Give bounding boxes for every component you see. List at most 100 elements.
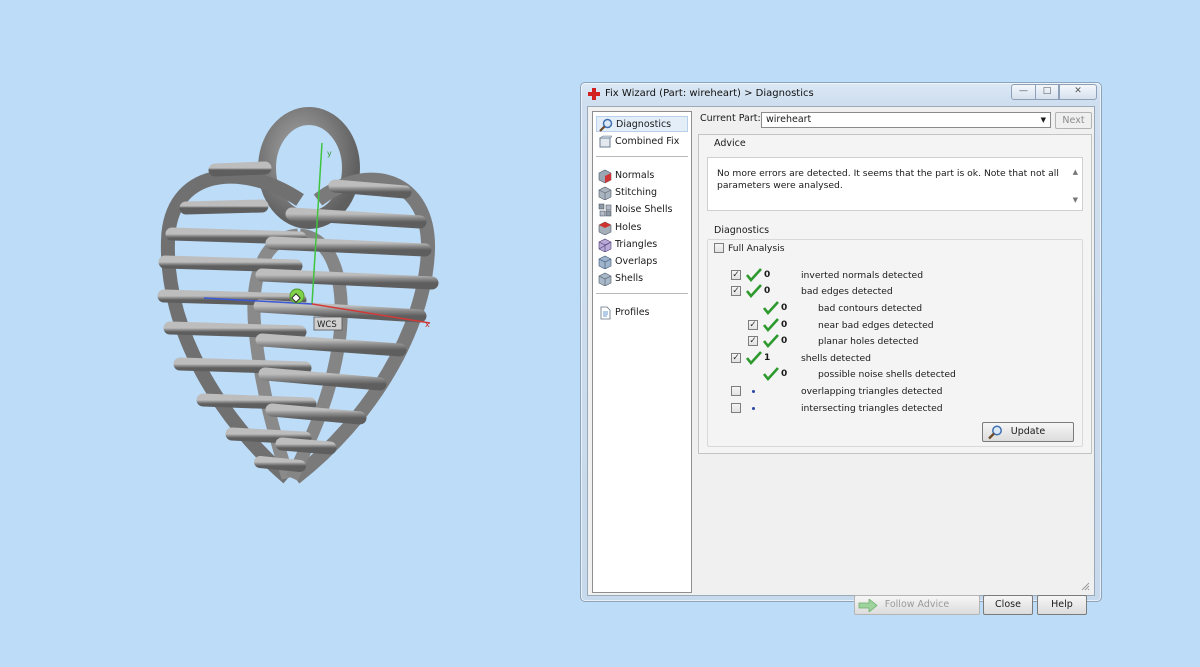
nav-item-label: Combined Fix xyxy=(615,136,680,147)
nav-separator xyxy=(596,156,688,157)
normals-cube-icon xyxy=(598,169,612,183)
help-button[interactable]: Help xyxy=(1037,595,1087,615)
dialog-client-area: Diagnostics Combined Fix Normals Stitchi… xyxy=(587,106,1095,615)
nav-item-label: Holes xyxy=(615,222,642,233)
inverted-normals-checkbox[interactable]: ✓ xyxy=(731,270,741,280)
resize-grip-icon[interactable] xyxy=(1081,582,1090,591)
scroll-up-icon[interactable]: ▲ xyxy=(1073,168,1078,176)
nav-item-combined-fix[interactable]: Combined Fix xyxy=(596,134,688,150)
follow-advice-label: Follow Advice xyxy=(884,599,950,610)
close-button[interactable]: Close xyxy=(983,595,1033,615)
wireheart-model[interactable]: y x WCS xyxy=(0,0,560,667)
nav-item-normals[interactable]: Normals xyxy=(596,168,688,184)
green-check-icon xyxy=(763,367,779,381)
current-part-value: wireheart xyxy=(766,114,812,125)
update-button[interactable]: Update xyxy=(982,422,1074,442)
wizard-nav: Diagnostics Combined Fix Normals Stitchi… xyxy=(592,111,692,593)
maximize-button[interactable]: □ xyxy=(1035,84,1059,100)
nav-item-label: Stitching xyxy=(615,187,658,198)
overlapping-triangles-checkbox[interactable] xyxy=(731,386,741,396)
green-check-icon xyxy=(746,351,762,365)
near-bad-edges-count: 0 xyxy=(781,320,788,330)
noise-shells-label: possible noise shells detected xyxy=(818,369,956,380)
near-bad-edges-checkbox[interactable]: ✓ xyxy=(748,320,758,330)
shells-cube-icon xyxy=(598,272,612,286)
nav-item-shells[interactable]: Shells xyxy=(596,271,688,287)
y-axis-label: y xyxy=(327,149,332,158)
fix-wizard-window: Fix Wizard (Part: wireheart) > Diagnosti… xyxy=(580,82,1102,615)
arrow-right-icon xyxy=(858,599,878,612)
noise-shells-count: 0 xyxy=(781,369,788,379)
nav-item-triangles[interactable]: Triangles xyxy=(596,237,688,253)
noise-shells-icon xyxy=(598,203,612,217)
close-window-button[interactable]: ✕ xyxy=(1059,84,1097,100)
green-check-icon xyxy=(746,268,762,282)
bad-contours-label: bad contours detected xyxy=(818,303,923,314)
intersecting-triangles-label: intersecting triangles detected xyxy=(801,403,943,414)
green-check-icon xyxy=(763,301,779,315)
holes-cube-icon xyxy=(598,221,612,235)
current-part-label: Current Part: xyxy=(700,113,761,124)
diagnostics-title: Diagnostics xyxy=(714,225,770,236)
inverted-normals-count: 0 xyxy=(764,270,771,280)
overlaps-cube-icon xyxy=(598,255,612,269)
nav-item-overlaps[interactable]: Overlaps xyxy=(596,254,688,270)
nav-item-diagnostics[interactable]: Diagnostics xyxy=(596,116,688,132)
planar-holes-label: planar holes detected xyxy=(818,336,919,347)
advice-title: Advice xyxy=(714,138,746,149)
green-check-icon xyxy=(746,284,762,298)
advice-text: No more errors are detected. It seems th… xyxy=(717,168,1059,191)
next-button[interactable]: Next xyxy=(1055,112,1092,129)
bad-contours-count: 0 xyxy=(781,303,788,313)
nav-item-noise-shells[interactable]: Noise Shells xyxy=(596,202,688,218)
full-analysis-checkbox[interactable] xyxy=(714,243,724,253)
green-check-icon xyxy=(763,318,779,332)
green-check-icon xyxy=(763,334,779,348)
triangles-cube-icon xyxy=(598,238,612,252)
nav-separator xyxy=(596,293,688,294)
x-axis-label: x xyxy=(425,320,430,329)
nav-item-stitching[interactable]: Stitching xyxy=(596,185,688,201)
planar-holes-count: 0 xyxy=(781,336,788,346)
nav-item-label: Normals xyxy=(615,170,655,181)
pending-dot-icon xyxy=(752,390,755,393)
bad-edges-checkbox[interactable]: ✓ xyxy=(731,286,741,296)
advice-textbox[interactable]: No more errors are detected. It seems th… xyxy=(707,157,1083,211)
follow-advice-button[interactable]: Follow Advice xyxy=(854,595,980,615)
3d-viewport[interactable]: y x WCS xyxy=(0,0,560,667)
diagnostics-panel: Advice No more errors are detected. It s… xyxy=(698,134,1092,454)
bad-edges-label: bad edges detected xyxy=(801,286,893,297)
full-analysis-label: Full Analysis xyxy=(728,243,785,254)
update-button-label: Update xyxy=(1010,426,1046,437)
hanging-loop xyxy=(258,107,360,229)
window-title: Fix Wizard (Part: wireheart) > Diagnosti… xyxy=(605,88,814,99)
shells-count: 1 xyxy=(764,353,771,363)
red-cross-icon xyxy=(588,88,600,100)
pending-dot-icon xyxy=(752,407,755,410)
nav-item-profiles[interactable]: Profiles xyxy=(596,305,688,321)
magnifier-icon xyxy=(599,118,613,132)
nav-item-label: Profiles xyxy=(615,307,650,318)
nav-item-label: Shells xyxy=(615,273,644,284)
document-icon xyxy=(600,306,611,320)
nav-item-label: Diagnostics xyxy=(616,119,672,130)
nav-item-label: Overlaps xyxy=(615,256,658,267)
current-part-dropdown[interactable]: wireheart ▼ xyxy=(761,112,1051,128)
chevron-down-icon: ▼ xyxy=(1040,116,1046,124)
wcs-label: WCS xyxy=(317,320,337,330)
near-bad-edges-label: near bad edges detected xyxy=(818,320,934,331)
nav-item-holes[interactable]: Holes xyxy=(596,220,688,236)
minimize-button[interactable]: — xyxy=(1011,84,1036,100)
shells-label: shells detected xyxy=(801,353,871,364)
intersecting-triangles-checkbox[interactable] xyxy=(731,403,741,413)
nav-item-label: Triangles xyxy=(615,239,658,250)
inverted-normals-label: inverted normals detected xyxy=(801,270,924,281)
window-titlebar[interactable]: Fix Wizard (Part: wireheart) > Diagnosti… xyxy=(581,83,1101,105)
bad-edges-count: 0 xyxy=(764,286,771,296)
nav-item-label: Noise Shells xyxy=(615,204,673,215)
planar-holes-checkbox[interactable]: ✓ xyxy=(748,336,758,346)
shells-checkbox[interactable]: ✓ xyxy=(731,353,741,363)
stitching-cube-icon xyxy=(598,186,612,200)
magnifier-icon xyxy=(988,425,1002,440)
scroll-down-icon[interactable]: ▼ xyxy=(1073,196,1078,204)
